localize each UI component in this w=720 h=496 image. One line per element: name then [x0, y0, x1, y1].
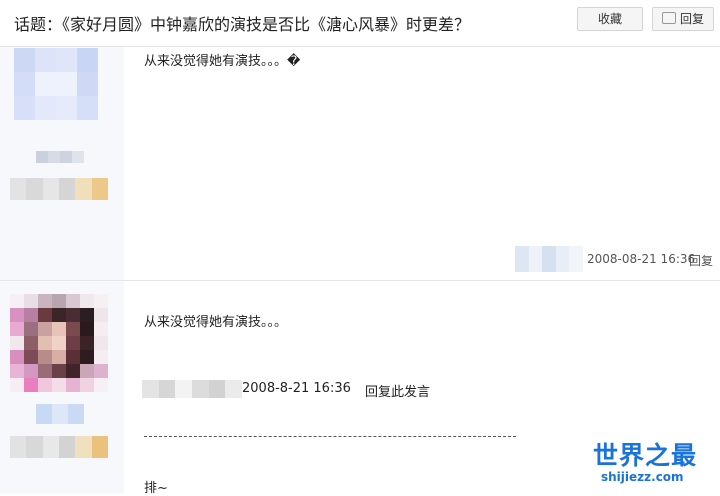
reply-text: 排~: [144, 481, 168, 496]
topic-title: 话题：《家好月圆》中钟嘉欣的演技是否比《溏心风暴》时更差？: [14, 15, 471, 34]
post-timestamp: 2008-08-21 16:36: [587, 252, 696, 266]
site-watermark: 世界之最 shijiezz.com: [593, 436, 715, 490]
username-blurred[interactable]: [36, 404, 84, 424]
collect-button[interactable]: 收藏: [577, 7, 643, 31]
quoted-timestamp: 2008-8-21 16:36: [242, 381, 351, 396]
quoted-reply-link[interactable]: 回复此发言: [365, 381, 430, 400]
post-content: 从来没觉得她有演技。。。�: [144, 54, 301, 69]
topic-header: 话题：《家好月圆》中钟嘉欣的演技是否比《溏心风暴》时更差？ 收藏 回复: [0, 0, 720, 47]
reply-button-label: 回复: [679, 12, 704, 26]
reply-button[interactable]: 回复: [652, 7, 714, 31]
user-level-blurred: [10, 178, 108, 200]
post-reply-link[interactable]: 回复: [689, 252, 713, 269]
watermark-logo: 世界之最: [593, 441, 698, 470]
poster-name-blurred: [515, 246, 583, 272]
user-level-blurred: [10, 436, 108, 458]
avatar[interactable]: [10, 294, 108, 392]
separator-line: [144, 436, 516, 437]
avatar[interactable]: [14, 48, 98, 120]
username-blurred[interactable]: [36, 151, 84, 163]
post-content: 从来没觉得她有演技。。。: [144, 315, 288, 330]
quoted-user-blurred: [142, 380, 242, 398]
post-divider: [0, 280, 720, 281]
comment-icon: [661, 12, 676, 24]
watermark-domain: shijiezz.com: [601, 470, 684, 484]
